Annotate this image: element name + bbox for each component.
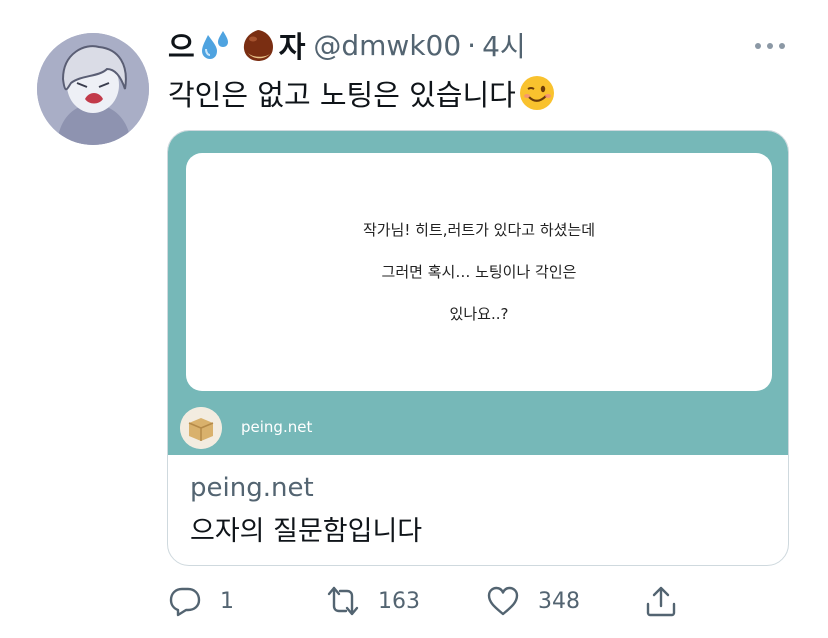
question-panel: 작가님! 히트,러트가 있다고 하셨는데 그러면 혹시… 노팅이나 각인은 있나…: [186, 153, 772, 391]
question-line: 그러면 혹시… 노팅이나 각인은: [381, 263, 577, 281]
like-button[interactable]: 348: [486, 582, 580, 620]
question-line: 작가님! 히트,러트가 있다고 하셨는데: [362, 221, 596, 239]
card-info: peing.net 으자의 질문함입니다: [168, 455, 788, 565]
display-name[interactable]: 으 자: [168, 24, 305, 66]
display-name-part2: 자: [278, 30, 306, 64]
peing-box-icon: [180, 407, 222, 449]
share-icon: [646, 586, 676, 617]
reply-button[interactable]: 1: [168, 582, 234, 620]
link-card[interactable]: 작가님! 히트,러트가 있다고 하셨는데 그러면 혹시… 노팅이나 각인은 있나…: [167, 130, 789, 566]
reply-icon: [169, 587, 201, 617]
sweat-droplets-icon: [201, 31, 228, 59]
retweet-count: 163: [378, 588, 420, 614]
display-name-part1: 으: [168, 30, 195, 64]
like-count: 348: [538, 588, 580, 614]
user-handle[interactable]: @dmwk00: [313, 29, 461, 62]
tweet-text-content: 각인은 없고 노팅은 있습니다: [168, 78, 516, 112]
card-image: 작가님! 히트,러트가 있다고 하셨는데 그러면 혹시… 노팅이나 각인은 있나…: [168, 131, 788, 455]
chestnut-icon: [243, 30, 273, 61]
heart-icon: [487, 586, 519, 616]
action-bar: 1 163 348: [168, 582, 728, 622]
more-options-icon[interactable]: [752, 36, 788, 56]
share-button[interactable]: [644, 582, 678, 620]
separator-dot: ·: [467, 28, 477, 62]
winking-face-icon: [519, 76, 554, 110]
image-domain-label: peing.net: [241, 418, 313, 436]
tweet-text: 각인은 없고 노팅은 있습니다: [168, 72, 556, 114]
card-title: 으자의 질문함입니다: [190, 516, 423, 547]
avatar-illustration: [37, 33, 149, 145]
timestamp[interactable]: 4시: [482, 25, 526, 65]
card-domain: peing.net: [190, 473, 314, 503]
retweet-button[interactable]: 163: [326, 582, 420, 620]
avatar[interactable]: [37, 33, 149, 145]
question-line: 있나요..?: [449, 305, 509, 323]
retweet-icon: [327, 586, 359, 616]
tweet-header: 으 자 @dmwk00 · 4시: [168, 25, 526, 65]
reply-count: 1: [220, 588, 234, 614]
